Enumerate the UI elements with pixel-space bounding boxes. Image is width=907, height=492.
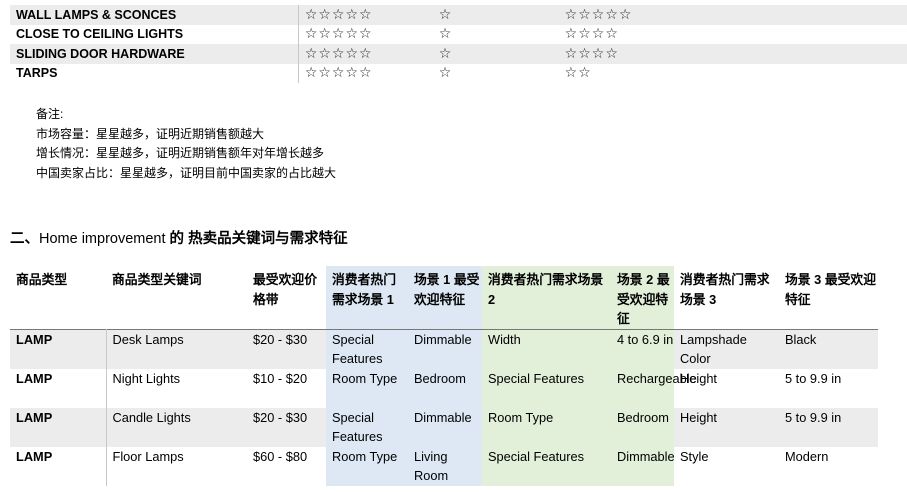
rating-category: WALL LAMPS & SCONCES (10, 5, 299, 25)
table-row: LAMP Night Lights $10 - $20 Room Type Bedroo… (10, 368, 878, 408)
header-scene2: 消费者热门需求场景 2 (482, 266, 611, 329)
header-type: 商品类型 (16, 272, 68, 287)
cell-price: $20 - $30 (247, 407, 326, 447)
section-title: 二、Home improvement 的 热卖品关键词与需求特征 (10, 227, 348, 248)
cell-scene1-feature: Bedroom (408, 368, 482, 408)
keyword-table: 商品类型 商品类型关键词 最受欢迎价格带 消费者热门需求场景 1 场景 1 最受… (10, 266, 878, 486)
cell-scene3-feature: Black (779, 329, 878, 369)
cell-scene1: Special Features (326, 329, 408, 369)
cell-keyword: Floor Lamps (105, 446, 247, 486)
table-row: LAMP Floor Lamps $60 - $80 Room Type Living … (10, 446, 878, 486)
china-share-stars: ☆☆ (564, 65, 592, 82)
header-scene1: 消费者热门需求场景 1 (326, 266, 408, 329)
market-stars-cell: ☆☆☆☆☆ (297, 63, 439, 83)
cell-scene2-feature: Dimmable (611, 446, 675, 486)
growth-stars-cell: ☆ (438, 63, 565, 83)
market-stars: ☆☆☆☆☆ (304, 6, 373, 23)
rating-category: TARPS (10, 63, 299, 83)
cell-type: LAMP (10, 329, 106, 369)
china-share-stars-cell: ☆☆ (564, 63, 907, 83)
rating-category: SLIDING DOOR HARDWARE (10, 44, 299, 64)
header-scene1-feature: 场景 1 最受欢迎特征 (408, 266, 482, 329)
market-stars: ☆☆☆☆☆ (304, 26, 373, 43)
china-share-stars: ☆☆☆☆ (564, 26, 619, 43)
growth-stars-cell: ☆ (438, 24, 565, 44)
header-keyword: 商品类型关键词 (112, 272, 202, 287)
cell-scene1: Room Type (326, 368, 408, 408)
cell-keyword: Candle Lights (105, 407, 247, 447)
section-en: Home improvement (39, 231, 166, 247)
cell-scene2: Width (482, 329, 611, 369)
cell-type: LAMP (10, 368, 106, 408)
cell-keyword: Desk Lamps (105, 329, 247, 369)
cell-scene2: Special Features (482, 368, 611, 408)
rating-row: TARPS ☆☆☆☆☆ ☆ ☆☆ (10, 63, 907, 83)
rating-table: WALL LAMPS & SCONCES ☆☆☆☆☆ ☆ ☆☆☆☆☆ CLOSE TO … (10, 5, 907, 83)
cell-price: $10 - $20 (247, 368, 326, 408)
cell-scene3-feature: Modern (779, 446, 878, 486)
market-stars: ☆☆☆☆☆ (304, 65, 373, 82)
growth-stars: ☆ (438, 26, 453, 43)
cell-scene3: Height (674, 407, 779, 447)
cell-scene2-feature: 4 to 6.9 in (611, 329, 674, 369)
cell-type: LAMP (10, 446, 106, 486)
cell-scene3-feature: 5 to 9.9 in (779, 407, 878, 447)
cell-scene1-feature: Dimmable (408, 407, 482, 447)
rating-row: SLIDING DOOR HARDWARE ☆☆☆☆☆ ☆ ☆☆☆☆ (10, 44, 907, 64)
growth-stars: ☆ (438, 45, 453, 62)
rating-category: CLOSE TO CEILING LIGHTS (10, 24, 299, 44)
cell-scene3: Lampshade Color (674, 329, 779, 369)
cell-scene1-feature: Living Room (408, 446, 482, 486)
notes-line-china: 中国卖家占比：星星越多，证明目前中国卖家的占比越大 (36, 165, 337, 180)
cell-scene3: Style (674, 446, 779, 486)
market-stars: ☆☆☆☆☆ (304, 45, 373, 62)
header-price: 最受欢迎价格带 (253, 272, 317, 307)
cell-scene1-feature: Dimmable (408, 329, 482, 369)
cell-scene1: Room Type (326, 446, 408, 486)
section-prefix: 二、 (10, 231, 39, 247)
cell-scene2-feature: Rechargeable (611, 368, 697, 408)
growth-stars-cell: ☆ (438, 44, 565, 64)
market-stars-cell: ☆☆☆☆☆ (297, 44, 439, 64)
growth-stars: ☆ (438, 65, 453, 82)
china-share-stars-cell: ☆☆☆☆☆ (564, 5, 907, 25)
notes-block: 备注: 市场容量：星星越多，证明近期销售额越大 增长情况：星星越多，证明近期销售… (36, 105, 336, 183)
market-stars-cell: ☆☆☆☆☆ (297, 24, 439, 44)
notes-line-market: 市场容量：星星越多，证明近期销售额越大 (36, 126, 265, 141)
cell-scene1: Special Features (326, 407, 408, 447)
rating-row: WALL LAMPS & SCONCES ☆☆☆☆☆ ☆ ☆☆☆☆☆ (10, 5, 907, 25)
cell-scene3-feature: 5 to 9.9 in (779, 368, 878, 408)
header-scene3-feature: 场景 3 最受欢迎特征 (785, 272, 877, 307)
notes-title: 备注: (36, 107, 64, 121)
cell-price: $20 - $30 (247, 329, 326, 369)
cell-price: $60 - $80 (247, 446, 326, 486)
china-share-stars: ☆☆☆☆☆ (564, 6, 633, 23)
table-row: LAMP Desk Lamps $20 - $30 Special Features D… (10, 329, 878, 369)
china-share-stars: ☆☆☆☆ (564, 45, 619, 62)
header-scene3: 消费者热门需求场景 3 (680, 272, 770, 307)
rating-row: CLOSE TO CEILING LIGHTS ☆☆☆☆☆ ☆ ☆☆☆☆ (10, 24, 907, 44)
growth-stars: ☆ (438, 6, 453, 23)
document-page: WALL LAMPS & SCONCES ☆☆☆☆☆ ☆ ☆☆☆☆☆ CLOSE TO … (0, 0, 907, 492)
table-header-row: 商品类型 商品类型关键词 最受欢迎价格带 消费者热门需求场景 1 场景 1 最受… (10, 266, 878, 329)
cell-scene2-feature: Bedroom (611, 407, 674, 447)
cell-keyword: Night Lights (105, 368, 247, 408)
cell-type: LAMP (10, 407, 106, 447)
market-stars-cell: ☆☆☆☆☆ (297, 5, 439, 25)
china-share-stars-cell: ☆☆☆☆ (564, 24, 907, 44)
cell-scene3: Height (674, 368, 779, 408)
cell-scene2: Special Features (482, 446, 611, 486)
china-share-stars-cell: ☆☆☆☆ (564, 44, 907, 64)
header-scene2-feature: 场景 2 最受欢迎特征 (611, 266, 674, 329)
section-suffix: 的 热卖品关键词与需求特征 (165, 231, 348, 247)
cell-scene2: Room Type (482, 407, 611, 447)
table-row: LAMP Candle Lights $20 - $30 Special Featur… (10, 407, 878, 447)
notes-line-growth: 增长情况：星星越多，证明近期销售额年对年增长越多 (36, 146, 325, 160)
growth-stars-cell: ☆ (438, 5, 565, 25)
